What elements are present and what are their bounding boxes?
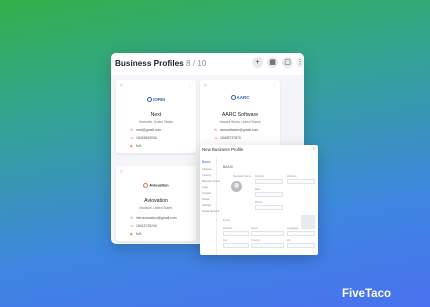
industry-field[interactable] [287, 179, 315, 184]
status-icon: ◆ [130, 232, 133, 236]
nav-logo[interactable]: Logo [202, 186, 208, 189]
business-name-field[interactable] [255, 179, 283, 184]
phone-icon: ☏ [130, 224, 135, 228]
list-view-button[interactable]: ▢ [282, 57, 293, 68]
title-text: Business Profiles [115, 59, 184, 68]
email-icon: ✉ [130, 128, 134, 132]
profile-card[interactable]: ⠿ ⋮ IORM Next Hartsville, United States … [116, 80, 196, 153]
company-location: Madison, United States [139, 206, 173, 210]
profile-card[interactable]: ⠿ Aviovation Aviovation Madison, United … [116, 166, 196, 241]
field-label: Language [287, 227, 299, 230]
header: Business Profiles 8 / 10 + ▦ ▢ ⋮ [111, 53, 304, 75]
field-label: Email [223, 219, 230, 222]
nav-basic[interactable]: Basic [202, 160, 211, 164]
drag-handle-icon[interactable]: ⠿ [204, 83, 207, 88]
phone-row: ☏ 18408737870 [214, 136, 241, 140]
field-label: Zip [287, 239, 291, 242]
company-location: Newark Bears, United States [219, 120, 261, 124]
field-label: Fax [223, 239, 228, 242]
new-business-profile-panel: New Business Profile × Basic Address Cou… [200, 145, 318, 255]
panel-form: BASIC Business Name Industry Address Siz… [219, 157, 318, 255]
email-row: ✉ next@gmail.com [130, 128, 162, 132]
phone-row: ☏ 19413725240 [130, 224, 157, 228]
field-label: Website [223, 227, 233, 230]
email-icon: ✉ [214, 128, 218, 132]
more-options-icon[interactable]: ⋮ [296, 57, 304, 68]
panel-sidebar: Basic Address Country Business Hours Log… [200, 157, 220, 255]
nav-social[interactable]: Social [202, 198, 209, 201]
drag-handle-icon[interactable]: ⠿ [120, 169, 123, 174]
field-label: Country [251, 239, 261, 242]
field-label: Address [287, 175, 297, 178]
nav-address[interactable]: Address [202, 168, 212, 171]
company-name: Next [150, 112, 162, 118]
phone-icon: ☏ [130, 136, 135, 140]
nav-social-network[interactable]: Social Network [202, 210, 219, 213]
email-row: ✉ aarcsoftware@gmail.com [214, 128, 259, 132]
email-row: ✉ info.aviovation@gmail.com [130, 216, 177, 220]
zip-field[interactable] [287, 243, 315, 248]
status-row: ◆ N/A [130, 144, 142, 148]
phone-field[interactable] [255, 205, 283, 210]
phone-row: ☏ 18453693036 [130, 136, 157, 140]
field-label: Business Name [233, 175, 252, 178]
card-menu-icon[interactable]: ⋮ [272, 83, 276, 88]
field-label: Hours [251, 227, 258, 230]
phone-icon: ☏ [214, 136, 219, 140]
fax-field[interactable] [223, 243, 249, 248]
country-field[interactable] [251, 243, 284, 248]
company-location: Hartsville, United States [138, 120, 173, 124]
hours-field[interactable] [251, 231, 284, 236]
page-title: Business Profiles 8 / 10 [115, 59, 207, 68]
nav-contact[interactable]: Contact [202, 192, 211, 195]
email-icon: ✉ [130, 216, 134, 220]
website-field[interactable] [223, 231, 249, 236]
section-heading: BASIC [223, 165, 234, 169]
company-logo: Aviovation [116, 183, 196, 188]
field-label: Phone [255, 201, 263, 204]
status-icon: ◆ [130, 144, 133, 148]
language-field[interactable] [287, 231, 315, 236]
status-row: ◆ N/A [130, 232, 142, 236]
drag-handle-icon[interactable]: ⠿ [120, 83, 123, 88]
avatar[interactable] [231, 181, 242, 192]
panel-title: New Business Profile [202, 147, 244, 152]
nav-business-hours[interactable]: Business Hours [202, 180, 220, 183]
card-menu-icon[interactable]: ⋮ [188, 83, 192, 88]
nav-country[interactable]: Country [202, 174, 211, 177]
company-logo: IORM [116, 97, 196, 103]
map-thumbnail [301, 215, 315, 229]
brand-wordmark: FiveTaco [342, 288, 391, 300]
size-field[interactable] [255, 192, 283, 197]
field-label: Size [255, 188, 261, 191]
add-button[interactable]: + [252, 57, 263, 68]
company-name: Aviovation [144, 198, 168, 204]
company-name: AARC Software [221, 112, 259, 118]
grid-view-button[interactable]: ▦ [267, 57, 278, 68]
profile-card[interactable]: ⠿ ⋮ AARC AARC Software Newark Bears, Uni… [200, 80, 280, 153]
nav-settings[interactable]: Settings [202, 204, 211, 207]
field-label: Industry [255, 175, 265, 178]
profile-count: 8 / 10 [186, 59, 207, 68]
close-icon[interactable]: × [312, 146, 315, 151]
company-logo: AARC [200, 95, 280, 101]
